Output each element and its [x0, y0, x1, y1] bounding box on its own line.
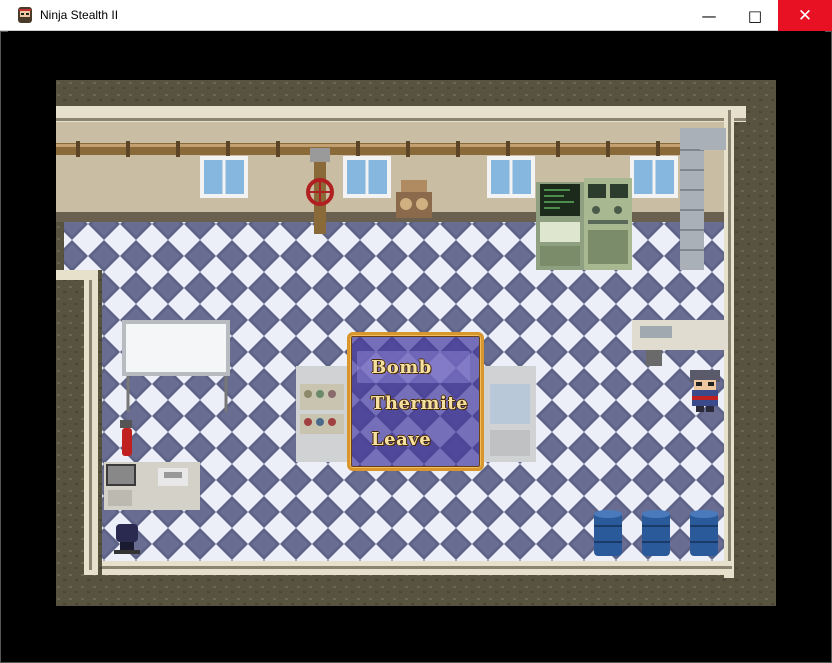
- ninja-face-icon: [18, 7, 32, 23]
- choice-thermite[interactable]: Thermite: [371, 393, 468, 414]
- minimize-button[interactable]: —: [686, 0, 732, 31]
- minimize-icon: —: [701, 6, 717, 25]
- wall-top-trim-line: [56, 118, 746, 121]
- blue-barrels: [594, 510, 718, 556]
- storage-cabinet: [484, 366, 536, 462]
- desk-with-computer[interactable]: [104, 462, 200, 510]
- duct-elbow: [700, 128, 726, 150]
- control-panel[interactable]: [584, 178, 632, 270]
- maximize-button[interactable]: □: [732, 0, 778, 31]
- choice-leave[interactable]: Leave: [371, 429, 431, 450]
- left-wall-top-trim: [56, 270, 98, 280]
- close-button[interactable]: ✕: [778, 0, 832, 31]
- right-wall-trim-line: [728, 110, 731, 575]
- small-generator: [396, 180, 432, 218]
- choice-bomb[interactable]: Bomb: [371, 357, 432, 378]
- window-title: Ninja Stealth II: [40, 8, 119, 22]
- close-icon: ✕: [797, 5, 813, 26]
- left-wall-trim-line: [89, 274, 92, 570]
- horizontal-pipe-highlight: [56, 144, 692, 147]
- choice-menu: Bomb Thermite Leave: [347, 332, 484, 471]
- supply-shelf: [296, 366, 348, 462]
- ninja-player-sprite[interactable]: [690, 370, 720, 412]
- computer-terminal[interactable]: [536, 182, 584, 270]
- window-title-bar[interactable]: Ninja Stealth II — □ ✕: [0, 0, 832, 31]
- bottom-wall-trim-line: [84, 566, 732, 569]
- pipe-connector: [310, 148, 330, 162]
- maximize-icon: □: [747, 6, 763, 25]
